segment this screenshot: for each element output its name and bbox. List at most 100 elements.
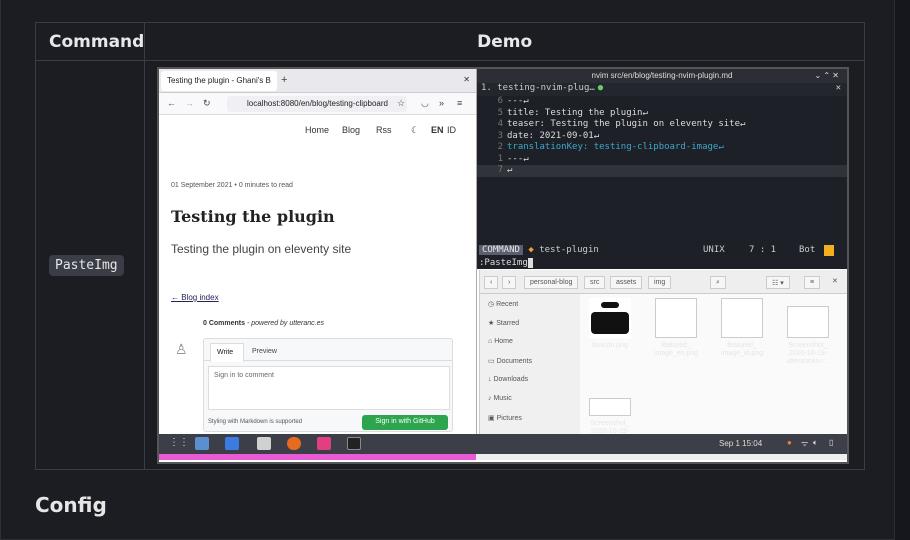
playback-progress xyxy=(159,454,847,460)
menu-icon[interactable]: ≡ xyxy=(804,276,821,289)
comments-count: 0 Comments - powered by utteranc.es xyxy=(203,320,324,327)
menu-icon[interactable]: ≡ xyxy=(457,98,462,108)
github-signin-button[interactable]: Sign in with GitHub xyxy=(362,415,448,430)
firefox-window: Testing the plugin - Ghani's B + ✕ ← → ↻… xyxy=(159,69,477,434)
file-manager-window: ‹ › personal-blog src assets img ⌕ ☷ ▾ ≡… xyxy=(479,270,847,436)
post-title: Testing the plugin xyxy=(171,207,335,226)
file-name: Screenshot_ 2020-10-19- utterances-i… xyxy=(786,342,830,365)
sidebar-item-starred[interactable]: ★ Starred xyxy=(480,313,580,332)
command-cell: PasteImg xyxy=(34,60,146,470)
sidebar-item-pictures[interactable]: ▣ Pictures xyxy=(480,408,580,427)
demo-header: Demo xyxy=(144,22,865,61)
overflow-icon[interactable]: » xyxy=(439,98,444,108)
file-item[interactable]: featured_ image_en.png xyxy=(646,298,706,358)
notification-dot-icon: ● xyxy=(787,438,792,447)
comment-tabs: Write Preview xyxy=(204,339,452,362)
file-thumbnail xyxy=(589,398,631,416)
back-icon[interactable]: ‹ xyxy=(484,276,499,289)
file-name: featured_ image_id.png xyxy=(720,342,764,357)
command-header: Command xyxy=(34,22,146,61)
battery-icon[interactable]: ▯ xyxy=(829,438,833,447)
close-icon[interactable]: ✕ xyxy=(463,75,470,84)
editor-icon[interactable] xyxy=(347,437,361,450)
file-item[interactable]: Screenshot_ 2020-10-19- xyxy=(580,398,640,436)
firefox-icon[interactable] xyxy=(287,437,301,450)
nvim-titlebar: nvim src/en/blog/testing-nvim-plugin.md ⌄… xyxy=(477,69,847,83)
lang-en[interactable]: EN xyxy=(431,125,444,135)
buffer-line: 6 ---↵ xyxy=(497,96,529,106)
nvim-cmdline[interactable]: :PasteImg_ xyxy=(479,258,534,268)
breadcrumb-src[interactable]: src xyxy=(584,276,606,289)
breadcrumb-personal-blog[interactable]: personal-blog xyxy=(524,276,579,289)
tab-preview[interactable]: Preview xyxy=(252,348,277,355)
nvim-title: nvim src/en/blog/testing-nvim-plugin.md xyxy=(591,71,733,80)
app-grid-icon[interactable]: ⋮⋮ xyxy=(169,437,189,448)
comments-label: 0 Comments xyxy=(203,320,246,327)
post-teaser: Testing the plugin on eleventy site xyxy=(171,242,352,256)
sidebar-item-recent[interactable]: ◷ Recent xyxy=(480,294,580,313)
back-icon[interactable]: ← xyxy=(167,98,176,108)
sidebar-item-music[interactable]: ♪ Music xyxy=(480,389,580,408)
file-name: featured_ image_en.png xyxy=(653,342,699,357)
star-icon[interactable]: ☆ xyxy=(397,98,405,109)
breadcrumb-assets[interactable]: assets xyxy=(610,276,643,289)
cmdline-text: :PasteImg xyxy=(479,258,528,268)
nav-rss[interactable]: Rss xyxy=(376,125,392,135)
nav-home[interactable]: Home xyxy=(305,125,329,135)
search-icon[interactable]: ⌕ xyxy=(710,276,726,289)
view-list-icon[interactable]: ☷ ▾ xyxy=(766,276,790,289)
comment-textarea[interactable]: Sign in to comment xyxy=(208,366,450,410)
file-thumbnail xyxy=(787,306,829,338)
camera-icon[interactable] xyxy=(257,437,271,450)
powered-by: - powered by utteranc.es xyxy=(245,320,325,327)
cursor: _ xyxy=(527,258,534,268)
forward-icon[interactable]: › xyxy=(502,276,517,289)
browser-tab[interactable]: Testing the plugin - Ghani's B xyxy=(161,71,277,91)
clock[interactable]: Sep 1 15:04 xyxy=(719,439,762,448)
wifi-icon[interactable]: ᯤ xyxy=(801,438,808,449)
calendar-icon[interactable] xyxy=(195,437,209,450)
sidebar-item-downloads[interactable]: ↓ Downloads xyxy=(480,370,580,389)
sidebar-item-home[interactable]: ⌂ Home xyxy=(480,332,580,351)
file-item[interactable]: Screenshot_ 2020-10-19- utterances-i… xyxy=(778,306,838,366)
modified-dot-icon: ● xyxy=(597,83,604,93)
nvim-buffer[interactable]: 6 ---↵ 5 title: Testing the plugin↵ 4 tease… xyxy=(477,96,847,177)
file-item[interactable]: favicon.png xyxy=(580,298,640,350)
nvim-tab[interactable]: 1. testing-nvim-plug… ● ✕ xyxy=(477,83,847,96)
buffer-line: 3 date: 2021-09-01↵ xyxy=(497,130,600,141)
status-scroll: Bot xyxy=(799,245,816,255)
files-icon[interactable] xyxy=(225,437,239,450)
window-controls[interactable]: ⌄ ⌃ ✕ xyxy=(814,71,839,80)
reload-icon[interactable]: ↻ xyxy=(203,98,211,109)
file-thumbnail xyxy=(721,298,763,338)
url-bar[interactable]: localhost:8080/en/blog/testing-clipboard xyxy=(227,96,407,112)
file-manager-sidebar: ◷ Recent ★ Starred ⌂ Home ▭ Documents ↓ … xyxy=(480,294,580,434)
lang-id[interactable]: ID xyxy=(447,125,456,135)
pocket-icon[interactable]: ◡ xyxy=(421,98,429,109)
forward-icon[interactable]: → xyxy=(185,98,194,108)
command-code: PasteImg xyxy=(49,255,124,276)
tab-write[interactable]: Write xyxy=(210,343,244,362)
breadcrumb-img[interactable]: img xyxy=(648,276,672,289)
volume-icon[interactable]: 🔈︎ xyxy=(813,438,818,448)
nav-blog[interactable]: Blog xyxy=(342,125,360,135)
status-branch: test-plugin xyxy=(539,245,599,255)
nvim-tab-label: 1. testing-nvim-plug… xyxy=(481,83,595,93)
file-item[interactable]: featured_ image_id.png xyxy=(712,298,772,358)
firefox-tabbar: Testing the plugin - Ghani's B + ✕ xyxy=(159,69,476,93)
sidebar-item-documents[interactable]: ▭ Documents xyxy=(480,351,580,370)
moon-icon[interactable]: ☾ xyxy=(411,125,419,136)
desktop-panel: ⋮⋮ Sep 1 15:04 ● ᯤ 🔈︎ ▯ xyxy=(159,434,847,454)
file-manager-toolbar: ‹ › personal-blog src assets img ⌕ ☷ ▾ ≡… xyxy=(480,270,847,294)
close-icon[interactable]: ✕ xyxy=(832,277,838,285)
status-format: UNIX xyxy=(703,245,725,255)
favicon-thumbnail xyxy=(589,298,631,338)
buffer-line: 1 ---↵ xyxy=(497,153,529,164)
new-tab-icon[interactable]: + xyxy=(281,74,287,86)
file-name: Screenshot_ 2020-10-19- xyxy=(590,420,630,435)
terminal-icon[interactable] xyxy=(317,437,331,450)
blog-index-link[interactable]: ← Blog index xyxy=(171,293,219,302)
buffer-line: 4 teaser: Testing the plugin on eleventy … xyxy=(497,119,746,129)
close-icon[interactable]: ✕ xyxy=(836,83,841,93)
file-thumbnail xyxy=(655,298,697,338)
